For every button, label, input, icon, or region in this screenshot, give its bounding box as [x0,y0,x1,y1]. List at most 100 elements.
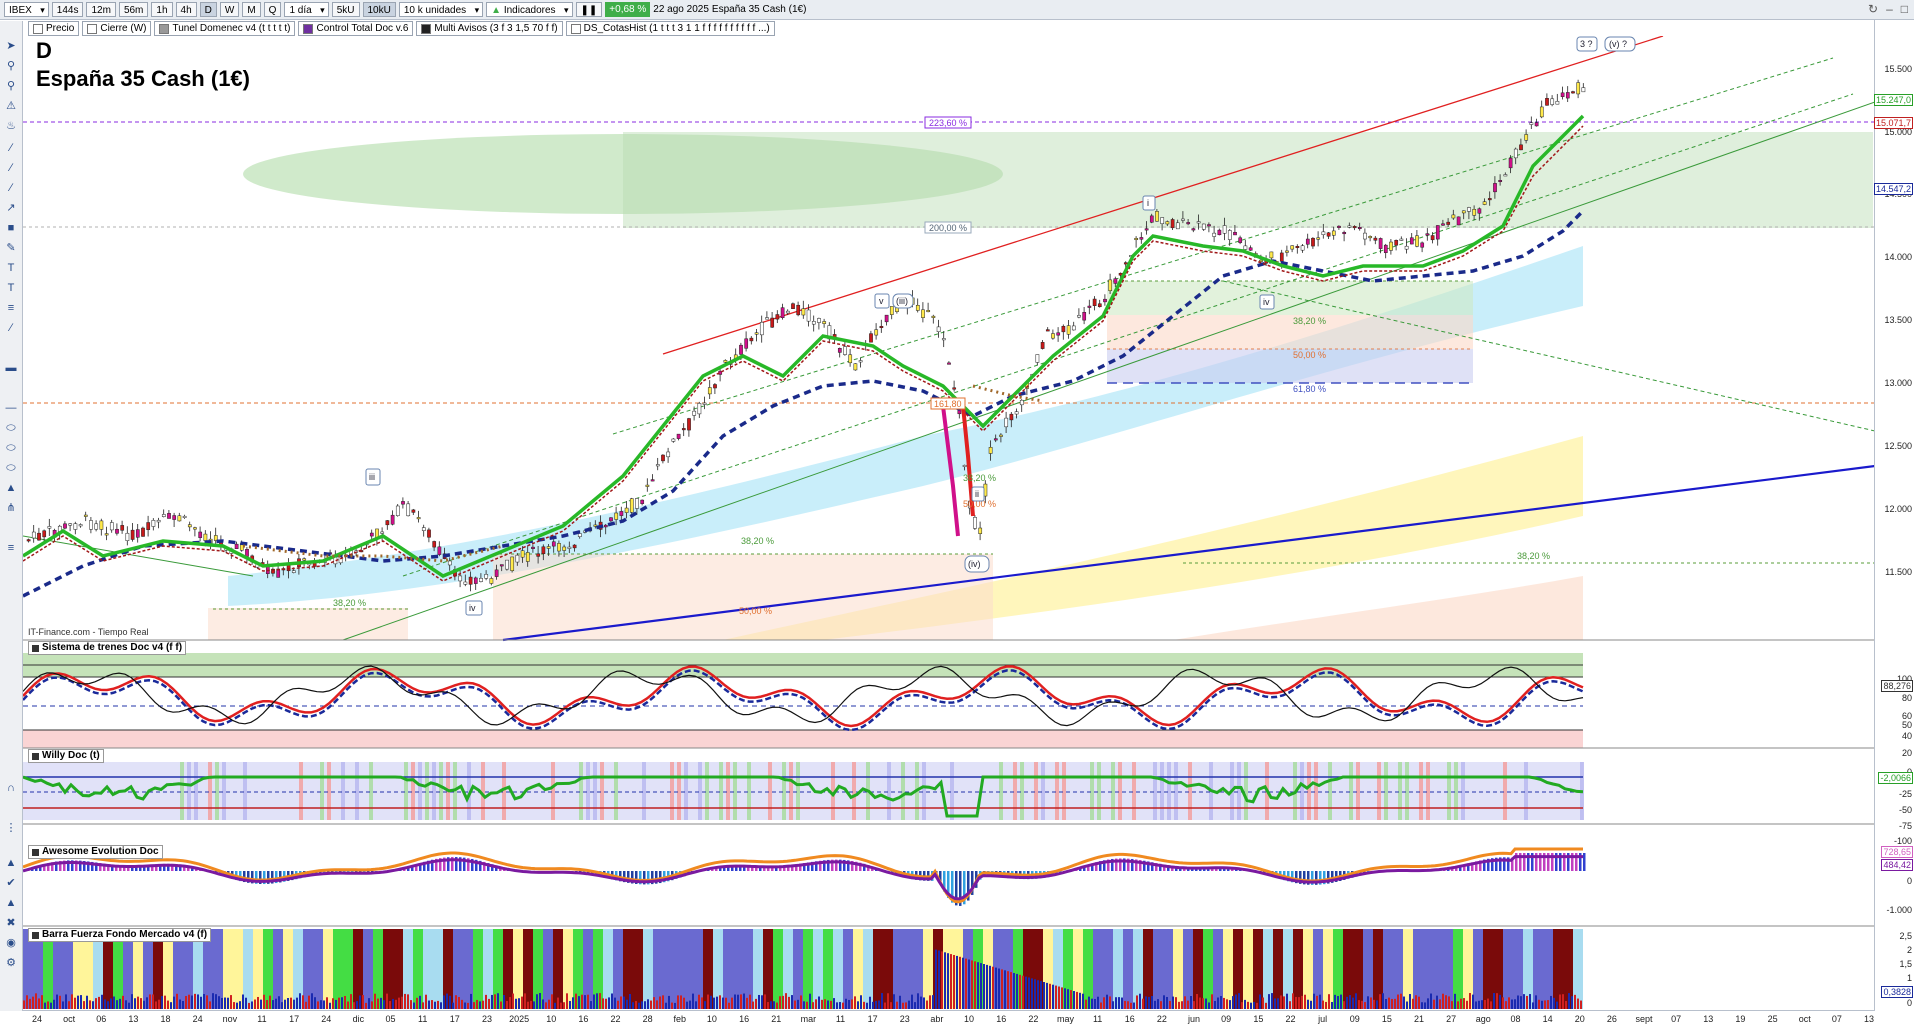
units-select[interactable]: 10 k unidades [399,2,483,17]
check-icon[interactable]: ✔ [4,876,18,890]
delete-icon[interactable]: ✖ [4,916,18,930]
date-tick: 11 [257,1014,266,1024]
unit-10ku[interactable]: 10kU [363,2,396,17]
pitchfork-icon[interactable]: ⋔ [4,501,18,515]
text-box-icon[interactable]: T [4,281,18,295]
candle [578,533,581,536]
indicator-tab-control-total[interactable]: Control Total Doc v.6 [298,21,413,36]
barra-bar [224,998,226,1009]
price-axis[interactable]: 15.500 15.000 14.500 14.000 13.500 13.00… [1874,20,1914,1010]
indicator-tab-multi-avisos[interactable]: Multi Avisos (3 f 3 1,5 70 f f) [416,21,562,36]
alert-icon[interactable]: ⚠ [4,99,18,113]
barra-bar [980,963,982,1009]
candle [448,561,451,565]
settings-icon[interactable]: ⚙ [4,956,18,970]
timeframe-1h[interactable]: 1h [151,2,172,17]
barra-panel-title[interactable]: Barra Fuerza Fondo Mercado v4 (f) [28,928,211,942]
shape-green-icon[interactable]: ⬭ [4,461,18,475]
candle [942,338,945,340]
horizontal-line-icon[interactable]: — [4,401,18,415]
cursor-icon[interactable]: ➤ [4,39,18,53]
timeframe-w[interactable]: W [220,2,239,17]
candle [953,388,956,390]
barra-bar [1262,997,1264,1009]
barra-bar [308,996,310,1009]
eye-icon[interactable]: ◉ [4,936,18,950]
timeframe-d[interactable]: D [200,2,217,17]
barra-bar [578,996,580,1009]
willy-stripe [418,762,422,820]
lock-icon[interactable]: ▲ [4,856,18,870]
zoom-area-icon[interactable]: ⚲ [4,79,18,93]
awesome-panel-title[interactable]: Awesome Evolution Doc [28,845,163,859]
pause-button[interactable]: ❚❚ [576,2,603,17]
refresh-icon[interactable]: ↻ [1868,2,1878,16]
barra-bar [1490,1001,1492,1009]
ray-icon[interactable]: ∕ [4,181,18,195]
maximize-icon[interactable]: □ [1901,2,1908,16]
period-select[interactable]: 1 día [284,2,328,17]
indicator-tab-cierre[interactable]: Cierre (W) [82,21,151,36]
barra-bar [923,997,925,1009]
candle [672,439,675,441]
price-panel: 223,60 % 200,00 % 161,80 38,20 % 50,00 %… [23,36,1875,640]
symbol-select[interactable]: IBEX [4,2,49,17]
candle [1530,123,1533,125]
timeframe-12m[interactable]: 12m [86,2,115,17]
shape-icon[interactable]: ⬭ [4,441,18,455]
timeframe-56m[interactable]: 56m [119,2,148,17]
barra-bar [1487,999,1489,1009]
timeframe-m[interactable]: M [242,2,260,17]
zoom-icon[interactable]: ⚲ [4,59,18,73]
barra-bar [1082,994,1084,1009]
fib-500-label-b: 50,00 % [739,606,772,616]
triangle-icon[interactable]: ▲ [4,481,18,495]
timeframe-144s[interactable]: 144s [52,2,84,17]
unit-5ku[interactable]: 5kU [332,2,360,17]
barra-bar [749,995,751,1009]
channel-icon[interactable]: ∕ [4,161,18,175]
timeframe-q[interactable]: Q [264,2,282,17]
chart-area[interactable]: 223,60 % 200,00 % 161,80 38,20 % 50,00 %… [23,36,1875,1010]
magnet-icon[interactable]: ∩ [4,781,18,795]
minimize-icon[interactable]: – [1886,2,1893,16]
trendline-icon[interactable]: ∕ [4,141,18,155]
willy-panel-title[interactable]: Willy Doc (t) [28,749,104,763]
barra-bar [458,997,460,1009]
candle [1285,251,1288,253]
candle [563,547,566,551]
text-icon[interactable]: T [4,261,18,275]
timeframe-4h[interactable]: 4h [176,2,197,17]
barra-block [413,929,423,1009]
barra-bar [1409,994,1411,1009]
trenes-panel-title[interactable]: Sistema de trenes Doc v4 (f f) [28,641,186,655]
change-badge: +0,68 % [605,2,650,17]
barra-bar [1385,999,1387,1009]
bell-icon[interactable]: ♨ [4,119,18,133]
ruler-icon[interactable]: ▬ [4,361,18,375]
ellipse-icon[interactable]: ⬭ [4,421,18,435]
candle [1431,236,1434,240]
indicator-tab-precio[interactable]: Precio [28,21,79,36]
measure-icon[interactable]: ∕ [4,321,18,335]
thumb-icon[interactable]: ▲ [4,896,18,910]
indicators-button[interactable]: ▲ Indicadores [486,2,572,17]
barra-bar [59,996,61,1009]
date-axis[interactable]: 24oct06131824nov111724dic051117232025101… [23,1010,1875,1031]
trenes-panel [23,640,1875,748]
dots-icon[interactable]: ⋮ [4,821,18,835]
indicator-tab-cotashist[interactable]: DS_CotasHist (1 t t t 3 1 1 f f f f f f … [566,21,775,36]
barra-bar [704,1001,706,1009]
pencil-icon[interactable]: ✎ [4,241,18,255]
barra-bar [1421,1002,1423,1009]
fibonacci-icon[interactable]: ≡ [4,301,18,315]
indicator-tab-tunel[interactable]: Tunel Domenec v4 (t t t t t) [154,21,295,36]
barra-bar [227,998,229,1009]
barra-bar [380,998,382,1009]
barra-bar [1238,993,1240,1009]
layers-icon[interactable]: ≡ [4,541,18,555]
rectangle-icon[interactable]: ■ [4,221,18,235]
barra-block [1383,929,1393,1009]
barra-bar [167,1001,169,1009]
arrow-line-icon[interactable]: ↗ [4,201,18,215]
